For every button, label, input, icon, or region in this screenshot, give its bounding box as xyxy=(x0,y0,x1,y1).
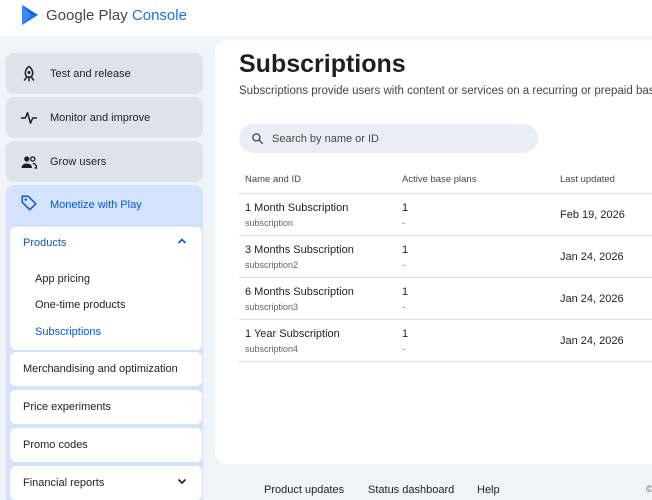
last-updated-date: Jan 24, 2026 xyxy=(560,293,624,305)
footer: Product updates Status dashboard Help © xyxy=(0,484,652,500)
active-base-plans-count: 1 xyxy=(402,202,409,214)
sidebar-link-one-time-products[interactable]: One-time products xyxy=(35,299,125,311)
subscription-name: 1 Year Subscription xyxy=(245,328,340,340)
sidebar-item-test-and-release[interactable]: Test and release xyxy=(6,53,203,94)
subscription-id: subscription xyxy=(245,218,294,228)
search-icon xyxy=(252,133,264,145)
table-header: Name and ID Active base plans Last updat… xyxy=(239,164,652,194)
sidebar: Test and release Monitor and improve Gro… xyxy=(0,36,210,500)
last-updated-date: Feb 19, 2026 xyxy=(560,209,625,221)
active-base-plans-count: 1 xyxy=(402,244,409,256)
products-toggle[interactable]: Products xyxy=(10,227,202,259)
active-base-plans-detail: - xyxy=(402,302,405,312)
sidebar-item-label: Promo codes xyxy=(23,439,88,451)
sidebar-item-promo-codes[interactable]: Promo codes xyxy=(10,428,202,462)
copyright-symbol: © xyxy=(646,484,652,494)
table-row[interactable]: 1 Year Subscription subscription4 1 - Ja… xyxy=(239,320,652,362)
sidebar-item-label: Grow users xyxy=(50,155,107,168)
tag-icon xyxy=(20,194,38,217)
column-header-active-base-plans[interactable]: Active base plans xyxy=(402,174,476,185)
main-content: Subscriptions Subscriptions provide user… xyxy=(215,40,652,464)
last-updated-date: Jan 24, 2026 xyxy=(560,251,624,263)
play-console-logo[interactable]: Google Play Console xyxy=(20,4,187,26)
table-row[interactable]: 6 Months Subscription subscription3 1 - … xyxy=(239,278,652,320)
subscription-name: 3 Months Subscription xyxy=(245,244,354,256)
monetize-section: Monetize with Play Products App pricing … xyxy=(6,185,203,500)
subscription-name: 6 Months Subscription xyxy=(245,286,354,298)
active-base-plans-detail: - xyxy=(402,218,405,228)
active-base-plans-count: 1 xyxy=(402,286,409,298)
sidebar-item-label: Monitor and improve xyxy=(50,111,151,124)
search-input[interactable] xyxy=(272,132,512,145)
sidebar-item-label: Test and release xyxy=(50,67,131,80)
sidebar-item-label: Price experiments xyxy=(23,401,112,413)
sidebar-item-monitor-and-improve[interactable]: Monitor and improve xyxy=(6,97,203,138)
page-subtitle: Subscriptions provide users with content… xyxy=(239,85,652,97)
rocket-icon xyxy=(20,65,38,83)
chevron-up-icon xyxy=(176,234,188,252)
subscription-id: subscription4 xyxy=(245,344,299,354)
search-bar[interactable] xyxy=(239,124,538,153)
last-updated-date: Jan 24, 2026 xyxy=(560,335,624,347)
sidebar-item-label: Monetize with Play xyxy=(50,199,142,211)
subscription-name: 1 Month Subscription xyxy=(245,202,349,214)
sidebar-link-app-pricing[interactable]: App pricing xyxy=(35,273,90,285)
page-subtitle-text: Subscriptions provide users with content… xyxy=(239,85,652,97)
page-title: Subscriptions xyxy=(239,50,406,78)
column-header-last-updated[interactable]: Last updated xyxy=(560,174,615,185)
brand-name: Google Play Console xyxy=(46,7,187,24)
subscriptions-table: Name and ID Active base plans Last updat… xyxy=(239,164,652,362)
top-bar: Google Play Console xyxy=(0,0,652,36)
people-icon xyxy=(20,153,38,171)
active-base-plans-detail: - xyxy=(402,344,405,354)
products-group: Products App pricing One-time products S… xyxy=(10,227,202,350)
sidebar-item-price-experiments[interactable]: Price experiments xyxy=(10,390,202,424)
subscription-id: subscription2 xyxy=(245,260,299,270)
subscription-id: subscription3 xyxy=(245,302,299,312)
sidebar-item-monetize-with-play[interactable]: Monetize with Play xyxy=(6,185,203,225)
sidebar-link-subscriptions[interactable]: Subscriptions xyxy=(35,326,101,338)
play-logo-icon xyxy=(22,5,38,25)
sidebar-item-label: Merchandising and optimization xyxy=(23,363,178,375)
column-header-name[interactable]: Name and ID xyxy=(245,174,301,185)
table-row[interactable]: 1 Month Subscription subscription 1 - Fe… xyxy=(239,194,652,236)
footer-link-product-updates[interactable]: Product updates xyxy=(264,484,344,496)
products-label: Products xyxy=(23,237,67,249)
footer-link-status-dashboard[interactable]: Status dashboard xyxy=(368,484,454,496)
active-base-plans-detail: - xyxy=(402,260,405,270)
sidebar-item-grow-users[interactable]: Grow users xyxy=(6,141,203,182)
brand-google-play: Google Play xyxy=(46,6,128,24)
pulse-icon xyxy=(20,109,38,127)
sidebar-item-merchandising[interactable]: Merchandising and optimization xyxy=(10,352,202,386)
footer-link-help[interactable]: Help xyxy=(477,484,500,496)
table-row[interactable]: 3 Months Subscription subscription2 1 - … xyxy=(239,236,652,278)
brand-console: Console xyxy=(131,6,187,24)
active-base-plans-count: 1 xyxy=(402,328,409,340)
